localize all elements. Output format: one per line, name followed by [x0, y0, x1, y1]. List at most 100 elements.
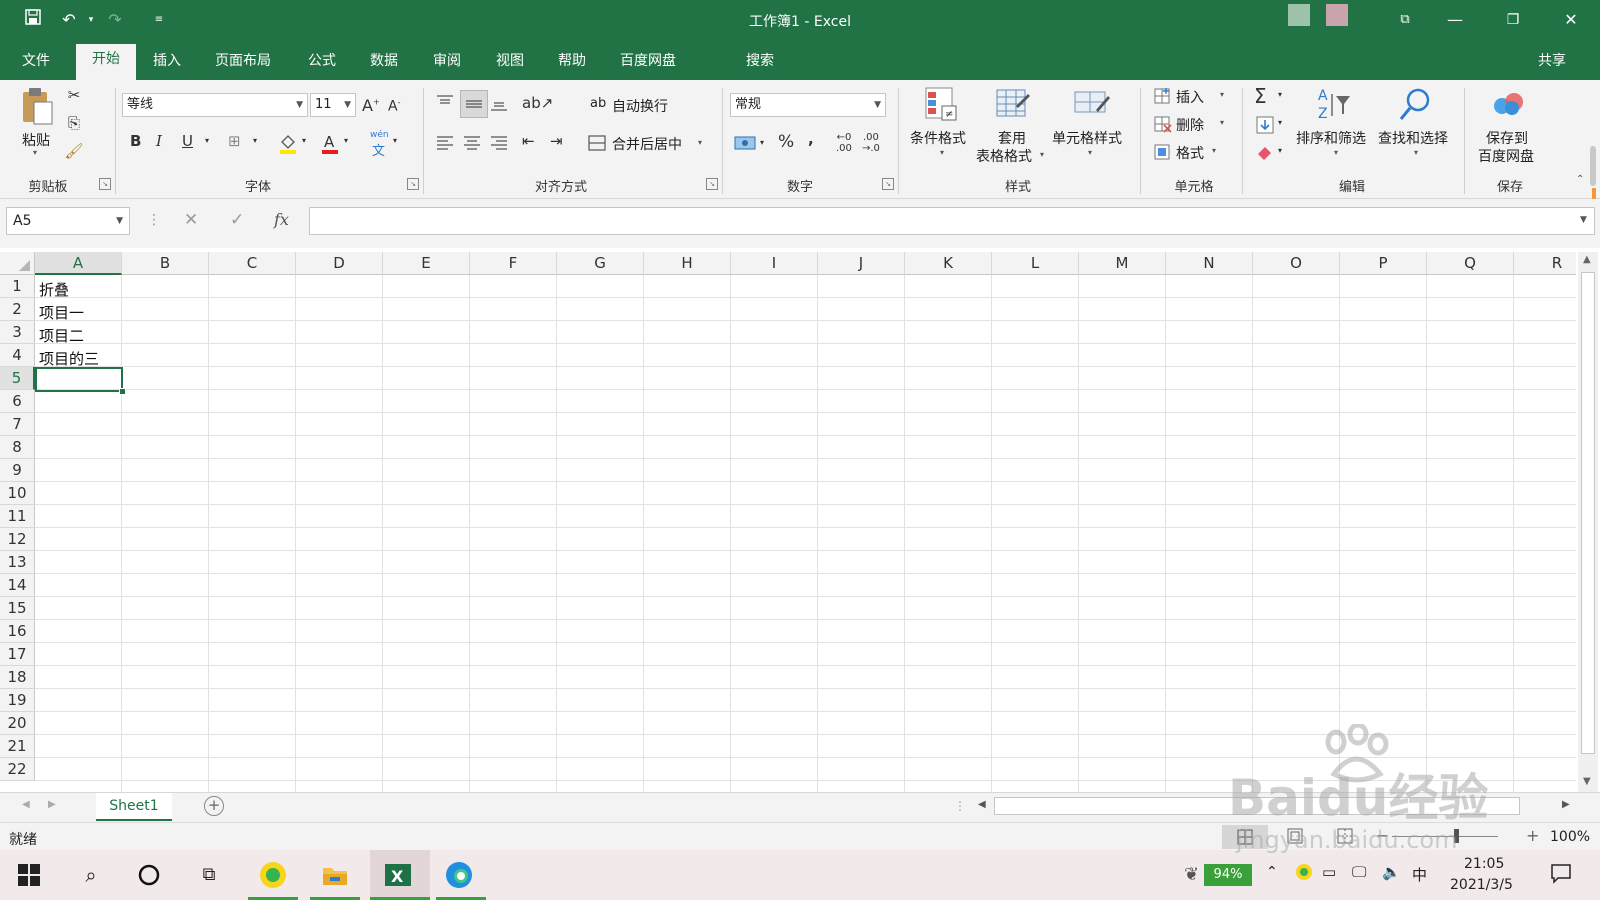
sort-filter-button[interactable]: 排序和筛选 [1296, 128, 1366, 148]
row-header-22[interactable]: 22 [0, 758, 35, 781]
format-cells-dropdown-icon[interactable]: ▾ [1212, 146, 1216, 155]
tray-leaf-icon[interactable]: ❦ [1184, 864, 1199, 885]
font-color-icon[interactable]: A [320, 132, 340, 154]
align-center-icon[interactable] [463, 134, 481, 152]
new-sheet-icon[interactable]: + [204, 796, 224, 816]
increase-indent-icon[interactable]: ⇥ [550, 132, 563, 150]
tray-battery-icon[interactable]: ▭ [1322, 863, 1336, 881]
tab-file[interactable]: 文件 [22, 50, 50, 70]
number-launcher-icon[interactable]: ↘ [882, 178, 894, 190]
column-header-r[interactable]: R [1514, 252, 1576, 275]
format-as-table-label-1[interactable]: 套用 [998, 128, 1026, 148]
cell-styles-dropdown-icon[interactable]: ▾ [1088, 148, 1092, 157]
fill-handle[interactable] [119, 388, 126, 395]
conditional-dropdown-icon[interactable]: ▾ [940, 148, 944, 157]
delete-cells-button[interactable]: 删除 [1176, 115, 1204, 135]
cortana-icon[interactable] [134, 860, 164, 890]
clear-icon[interactable] [1256, 144, 1274, 160]
active-cell-a5[interactable] [35, 367, 123, 392]
formula-input[interactable] [309, 207, 1595, 235]
select-all-button[interactable] [0, 252, 35, 275]
underline-dropdown-icon[interactable]: ▾ [205, 136, 209, 145]
format-painter-icon[interactable]: 🖌 [64, 142, 84, 160]
orientation-icon[interactable]: ab↗ [522, 94, 553, 112]
fill-color-icon[interactable] [278, 132, 298, 154]
cell-a1[interactable]: 折叠 [39, 279, 69, 300]
zoom-in-icon[interactable]: + [1526, 826, 1539, 845]
format-cells-icon[interactable] [1154, 143, 1172, 161]
column-header-h[interactable]: H [644, 252, 731, 275]
column-header-o[interactable]: O [1253, 252, 1340, 275]
find-select-icon[interactable] [1398, 86, 1434, 122]
column-header-c[interactable]: C [209, 252, 296, 275]
battery-indicator[interactable]: 94% [1204, 864, 1252, 886]
font-name-combo[interactable]: 等线 ▼ [122, 93, 308, 117]
row-header-16[interactable]: 16 [0, 620, 35, 643]
font-launcher-icon[interactable]: ↘ [407, 178, 419, 190]
row-header-15[interactable]: 15 [0, 597, 35, 620]
wrap-text-icon[interactable]: ab [590, 96, 606, 111]
row-header-4[interactable]: 4 [0, 344, 35, 367]
tab-review[interactable]: 审阅 [433, 50, 461, 70]
format-as-table-label-2[interactable]: 表格格式 [976, 146, 1032, 166]
paste-label[interactable]: 粘贴 [22, 130, 50, 150]
align-top-icon[interactable] [436, 94, 454, 112]
tab-split-grip-icon[interactable]: ⋮ [954, 799, 966, 813]
row-header-5[interactable]: 5 [0, 367, 35, 390]
paste-icon[interactable] [20, 86, 54, 126]
prev-sheet-icon[interactable]: ◀ [22, 799, 30, 810]
underline-icon[interactable]: U [182, 132, 193, 150]
format-as-table-icon[interactable] [994, 86, 1030, 122]
scroll-left-icon[interactable]: ◀ [978, 799, 986, 810]
scroll-right-icon[interactable]: ▶ [1562, 799, 1570, 810]
fill-down-icon[interactable] [1256, 116, 1274, 134]
font-color-dropdown-icon[interactable]: ▾ [344, 136, 348, 145]
name-box[interactable]: A5 ▼ [6, 207, 130, 235]
column-header-a[interactable]: A [35, 252, 122, 275]
borders-icon[interactable]: ⊞ [228, 132, 241, 150]
cell-a4[interactable]: 项目的三 [39, 348, 99, 369]
task-view-icon[interactable]: ⧉ [194, 860, 224, 890]
collapse-ribbon-icon[interactable]: ⌃ [1576, 174, 1584, 185]
account-avatar[interactable] [1288, 4, 1310, 26]
row-header-10[interactable]: 10 [0, 482, 35, 505]
number-format-combo[interactable]: 常规 ▼ [730, 93, 886, 117]
accounting-format-icon[interactable] [734, 134, 756, 152]
decrease-indent-icon[interactable]: ⇤ [522, 132, 535, 150]
merge-center-button[interactable]: 合并后居中 [612, 134, 682, 154]
fill-dropdown-icon[interactable]: ▾ [1278, 118, 1282, 127]
row-header-2[interactable]: 2 [0, 298, 35, 321]
excel-app-icon[interactable]: X [383, 860, 413, 890]
italic-icon[interactable]: I [156, 132, 162, 150]
row-header-14[interactable]: 14 [0, 574, 35, 597]
autosum-dropdown-icon[interactable]: ▾ [1278, 90, 1282, 99]
clipboard-launcher-icon[interactable]: ↘ [99, 178, 111, 190]
column-header-n[interactable]: N [1166, 252, 1253, 275]
notification-center-icon[interactable] [1550, 862, 1572, 884]
ime-indicator[interactable]: 中 [1412, 864, 1427, 885]
conditional-formatting-icon[interactable]: ≠ [922, 86, 958, 122]
row-header-18[interactable]: 18 [0, 666, 35, 689]
restore-icon[interactable]: ❐ [1490, 0, 1536, 40]
tab-view[interactable]: 视图 [496, 50, 524, 70]
minimize-icon[interactable]: — [1432, 0, 1478, 40]
tray-network-icon[interactable]: 🖵 [1352, 863, 1366, 881]
ribbon-display-options-icon[interactable]: ⧉ [1382, 0, 1428, 40]
conditional-formatting-button[interactable]: 条件格式 [910, 128, 966, 148]
cell-styles-icon[interactable] [1072, 86, 1110, 122]
column-header-e[interactable]: E [383, 252, 470, 275]
tray-app-icon[interactable] [1294, 862, 1314, 882]
insert-cells-dropdown-icon[interactable]: ▾ [1220, 90, 1224, 99]
row-header-1[interactable]: 1 [0, 275, 35, 298]
search-icon[interactable]: ⌕ [76, 860, 106, 890]
column-header-i[interactable]: I [731, 252, 818, 275]
clock-date[interactable]: 2021/3/5 [1450, 877, 1513, 893]
align-middle-icon[interactable] [460, 90, 488, 118]
file-explorer-icon[interactable] [320, 860, 350, 890]
tab-home[interactable]: 开始 [76, 44, 136, 80]
format-cells-button[interactable]: 格式 [1176, 143, 1204, 163]
increase-font-icon[interactable]: A+ [362, 96, 380, 115]
wrap-text-button[interactable]: 自动换行 [612, 96, 668, 116]
row-header-3[interactable]: 3 [0, 321, 35, 344]
column-header-f[interactable]: F [470, 252, 557, 275]
